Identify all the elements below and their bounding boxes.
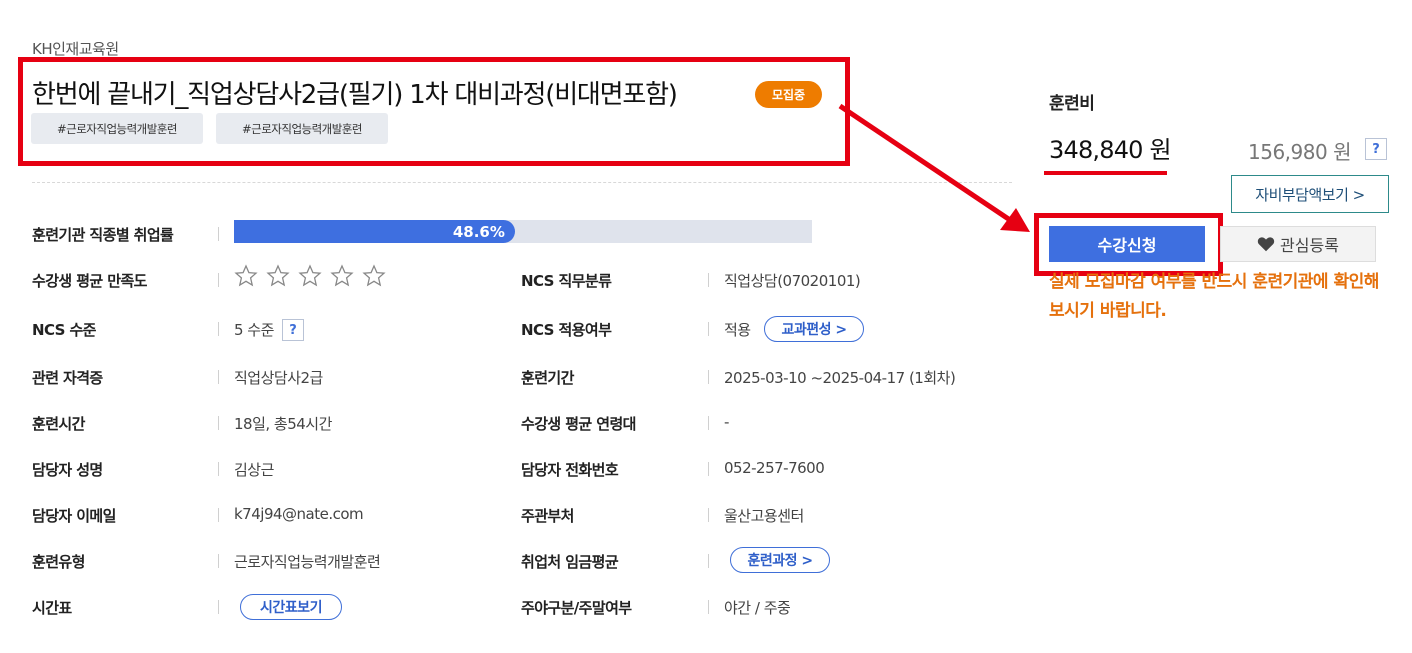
heart-icon <box>1257 237 1275 252</box>
timetable-button[interactable]: 시간표보기 <box>240 594 342 620</box>
star-icon <box>362 264 386 287</box>
separator <box>708 416 709 430</box>
separator <box>218 370 219 384</box>
ncs-applied-label: NCS 적용여부 <box>521 321 612 339</box>
title-highlight-box <box>18 57 850 166</box>
agency-value: 울산고용센터 <box>724 507 804 525</box>
period-value: 2025-03-10 ~2025-04-17 (1회차) <box>724 369 956 387</box>
separator <box>218 322 219 336</box>
day-night-value: 야간 / 주중 <box>724 599 791 617</box>
hours-value: 18일, 총54시간 <box>234 415 332 433</box>
favorite-button[interactable]: 관심등록 <box>1220 226 1376 262</box>
age-group-label: 수강생 평균 연령대 <box>521 415 636 433</box>
satisfaction-label: 수강생 평균 만족도 <box>32 272 147 290</box>
period-label: 훈련기간 <box>521 369 574 387</box>
star-icon <box>330 264 354 287</box>
wage-label: 취업처 임금평균 <box>521 553 619 571</box>
timetable-label: 시간표 <box>32 599 72 617</box>
training-type-label: 훈련유형 <box>32 553 85 571</box>
separator <box>708 554 709 568</box>
separator <box>218 273 219 287</box>
fee-highlight-underline <box>1044 171 1167 175</box>
age-group-value: - <box>724 413 729 431</box>
star-icon <box>234 264 258 287</box>
separator <box>218 600 219 614</box>
ncs-category-value: 직업상담(07020101) <box>724 272 861 290</box>
ncs-level-label: NCS 수준 <box>32 321 96 339</box>
separator <box>218 227 219 241</box>
satisfaction-stars <box>234 264 386 288</box>
email-value: k74j94@nate.com <box>234 505 364 523</box>
course-wage-button[interactable]: 훈련과정 > <box>730 547 830 573</box>
certificate-value: 직업상담사2급 <box>234 369 323 387</box>
fee-price: 348,840 원 <box>1049 136 1172 164</box>
separator <box>218 416 219 430</box>
manager-value: 김상근 <box>234 461 274 479</box>
certificate-label: 관련 자격증 <box>32 369 103 387</box>
fee-help-button[interactable]: ? <box>1365 138 1387 160</box>
phone-label: 담당자 전화번호 <box>521 461 619 479</box>
hours-label: 훈련시간 <box>32 415 85 433</box>
phone-value: 052-257-7600 <box>724 459 825 477</box>
separator <box>708 462 709 476</box>
separator <box>708 600 709 614</box>
employment-rate-fill: 48.6% <box>234 220 515 243</box>
separator <box>218 508 219 522</box>
training-type-value: 근로자직업능력개발훈련 <box>234 553 381 571</box>
fee-label: 훈련비 <box>1049 94 1095 114</box>
star-icon <box>266 264 290 287</box>
separator <box>218 462 219 476</box>
separator <box>708 370 709 384</box>
email-label: 담당자 이메일 <box>32 507 116 525</box>
ncs-applied-value: 적용 <box>724 321 751 339</box>
employment-rate-bar: 48.6% <box>234 220 812 243</box>
separator <box>708 273 709 287</box>
fee-alt-price: 156,980 원 <box>1248 140 1351 164</box>
ncs-level-help-button[interactable]: ? <box>282 319 304 341</box>
annotation-arrow-icon <box>838 103 1030 232</box>
self-pay-button[interactable]: 자비부담액보기 > <box>1231 175 1389 213</box>
favorite-label: 관심등록 <box>1280 236 1339 255</box>
institute-name: KH인재교육원 <box>32 40 119 58</box>
separator <box>708 322 709 336</box>
day-night-label: 주야구분/주말여부 <box>521 599 632 617</box>
separator <box>218 554 219 568</box>
notice-text: 실제 모집마감 여부를 반드시 훈련기관에 확인해보시기 바랍니다. <box>1049 272 1379 321</box>
employment-rate-label: 훈련기관 직종별 취업률 <box>32 226 174 244</box>
separator <box>708 508 709 522</box>
manager-label: 담당자 성명 <box>32 461 103 479</box>
ncs-category-label: NCS 직무분류 <box>521 272 612 290</box>
ncs-level-value: 5 수준 <box>234 321 274 339</box>
star-icon <box>298 264 322 287</box>
apply-highlight-box <box>1034 213 1223 276</box>
agency-label: 주관부처 <box>521 507 574 525</box>
curriculum-button[interactable]: 교과편성 > <box>764 316 864 342</box>
